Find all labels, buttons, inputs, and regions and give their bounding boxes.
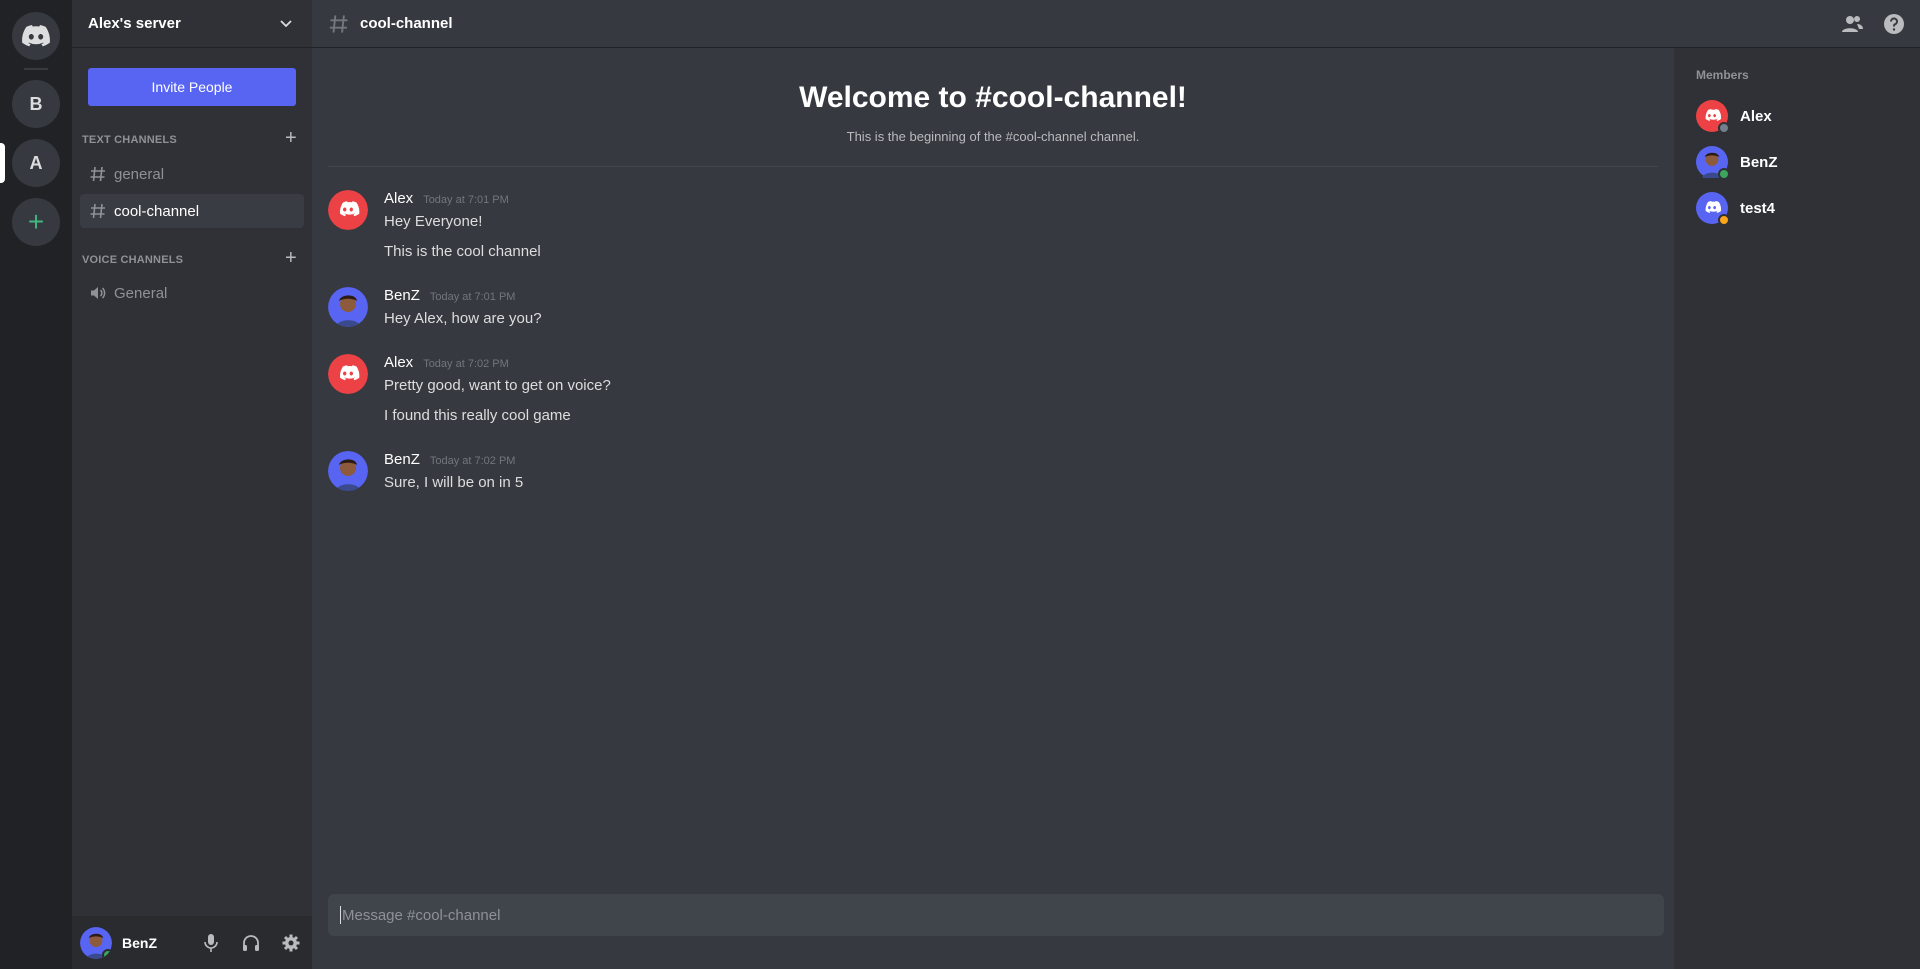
member-list: Members Alex BenZ test4 [1674, 48, 1920, 969]
message-author[interactable]: Alex [384, 190, 413, 207]
chat-area: Welcome to #cool-channel! This is the be… [312, 48, 1674, 969]
member-name: BenZ [1740, 153, 1778, 171]
benz-avatar[interactable] [328, 451, 368, 491]
message-author[interactable]: BenZ [384, 451, 420, 468]
text-caret [340, 906, 341, 924]
message-group: Alex Today at 7:01 PM Hey Everyone! This… [328, 190, 1648, 270]
test4-avatar [1696, 192, 1730, 226]
message-author[interactable]: BenZ [384, 287, 420, 304]
divider [328, 166, 1658, 167]
chevron-down-icon [280, 20, 292, 28]
message-text: I found this really cool game [384, 407, 571, 424]
hash-icon [328, 12, 352, 36]
hash-icon [88, 201, 108, 221]
text-channels-category[interactable]: TEXT CHANNELS + [82, 128, 300, 150]
user-panel: BenZ [72, 916, 312, 969]
message-timestamp: Today at 7:02 PM [429, 455, 516, 467]
settings-gear-icon[interactable] [276, 930, 306, 956]
offline-status-icon [1718, 122, 1730, 134]
headphones-icon[interactable] [236, 930, 266, 956]
server-icon-a[interactable]: A [12, 139, 60, 187]
members-heading: Members [1696, 68, 1749, 82]
add-server-button[interactable]: + [12, 198, 60, 246]
member-item[interactable]: BenZ [1696, 144, 1896, 180]
message-text: Hey Alex, how are you? [384, 310, 542, 327]
channel-cool-channel[interactable]: cool-channel [80, 194, 304, 228]
rail-separator [24, 68, 48, 70]
alex-avatar [1696, 100, 1730, 134]
benz-avatar[interactable] [328, 287, 368, 327]
active-server-indicator [0, 143, 5, 183]
message-group: BenZ Today at 7:02 PM Sure, I will be on… [328, 451, 1648, 501]
alex-avatar[interactable] [328, 354, 368, 394]
welcome-title: Welcome to #cool-channel! [799, 81, 1187, 114]
plus-icon: + [27, 206, 45, 237]
speaker-icon [88, 283, 108, 303]
benz-avatar [1696, 146, 1730, 180]
alex-avatar[interactable] [328, 190, 368, 230]
channel-general[interactable]: general [80, 157, 304, 191]
message-timestamp: Today at 7:01 PM [423, 194, 509, 206]
discord-logo-icon [22, 25, 50, 47]
channel-header: cool-channel [312, 0, 1920, 48]
message-timestamp: Today at 7:02 PM [423, 358, 509, 370]
message-timestamp: Today at 7:01 PM [429, 291, 516, 303]
channel-title: cool-channel [360, 15, 453, 32]
user-name: BenZ [122, 934, 157, 951]
message-group: BenZ Today at 7:01 PM Hey Alex, how are … [328, 287, 1648, 337]
home-button[interactable] [12, 12, 60, 60]
message-input[interactable] [342, 906, 1652, 924]
member-name: Alex [1740, 107, 1772, 125]
channel-label: cool-channel [114, 202, 200, 220]
microphone-icon[interactable] [196, 930, 226, 956]
channel-sidebar: Alex's server Invite People TEXT CHANNEL… [72, 0, 312, 969]
help-icon[interactable] [1882, 12, 1906, 36]
add-voice-channel-icon[interactable]: + [282, 248, 300, 268]
add-text-channel-icon[interactable]: + [282, 128, 300, 148]
message-text: Hey Everyone! [384, 213, 483, 230]
message-composer [328, 894, 1664, 936]
invite-people-button[interactable]: Invite People [88, 68, 296, 106]
channel-label: general [114, 165, 165, 183]
message-author[interactable]: Alex [384, 354, 413, 371]
channel-label: General [114, 284, 168, 302]
message-text: Pretty good, want to get on voice? [384, 377, 611, 394]
message-text: This is the cool channel [384, 243, 541, 260]
user-avatar[interactable] [80, 926, 112, 959]
server-name: Alex's server [88, 15, 181, 32]
hash-icon [88, 164, 108, 184]
message-group: Alex Today at 7:02 PM Pretty good, want … [328, 354, 1648, 434]
member-name: test4 [1740, 199, 1776, 217]
member-list-toggle-icon[interactable] [1840, 12, 1864, 36]
voice-channel-general[interactable]: General [80, 276, 304, 310]
online-status-icon [102, 948, 112, 959]
voice-channels-category[interactable]: VOICE CHANNELS + [82, 248, 300, 270]
welcome-subtitle: This is the beginning of the #cool-chann… [846, 129, 1140, 144]
online-status-icon [1718, 168, 1730, 180]
message-text: Sure, I will be on in 5 [384, 474, 524, 491]
member-item[interactable]: Alex [1696, 98, 1896, 134]
idle-status-icon [1718, 214, 1730, 226]
member-item[interactable]: test4 [1696, 190, 1896, 226]
server-header[interactable]: Alex's server [72, 0, 312, 48]
server-rail: B A + [0, 0, 72, 969]
server-icon-b[interactable]: B [12, 80, 60, 128]
